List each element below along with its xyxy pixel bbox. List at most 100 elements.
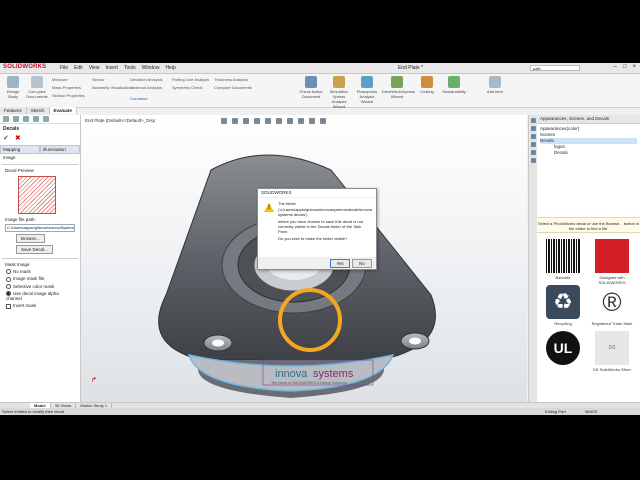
tree-item-decals-sub[interactable]: Decals <box>540 150 637 156</box>
menu-insert[interactable]: Insert <box>105 65 118 71</box>
assembly-visualization-button[interactable]: Assembly Visualization <box>92 85 133 90</box>
status-editing: Editing Part <box>545 409 566 414</box>
deviation-analysis-button[interactable]: Deviation Analysis <box>130 77 162 82</box>
add-item-button[interactable]: Add Item <box>484 76 506 94</box>
tab-features[interactable]: Features <box>0 107 27 114</box>
add-item-icon <box>489 76 501 88</box>
resources-icon[interactable] <box>530 118 536 123</box>
simulationxpress-button[interactable]: Simulation Xpress Analysis Wizard <box>326 76 352 109</box>
decal-thumb-registered[interactable]: ® Registered Trade Mark <box>589 285 635 326</box>
mask-option-none[interactable]: No mask <box>2 268 78 275</box>
property-manager: Decals ✔ ✖ Mapping Illumination Image De… <box>0 115 81 402</box>
check-active-document-button[interactable]: Check Active Document <box>298 76 324 99</box>
section-properties-button[interactable]: Section Properties <box>52 93 85 98</box>
decal-thumb-barcode[interactable]: Barcode <box>540 239 586 280</box>
flowxpress-button[interactable]: Flowxpress Analysis Wizard <box>354 76 380 104</box>
browse-button[interactable]: Browse... <box>16 234 45 243</box>
curvature-button[interactable]: Curvature <box>130 96 148 101</box>
dimxpert-icon[interactable] <box>33 116 39 122</box>
property-manager-icon[interactable] <box>13 116 19 122</box>
display-manager-icon[interactable] <box>43 116 49 122</box>
compare-documents-button[interactable]: Com-pare Docu-ments <box>26 76 48 99</box>
tab-sketch[interactable]: Sketch <box>26 107 50 114</box>
dialog-line-2: ('c:\users\appsrightnow\innovasystems\de… <box>278 207 373 217</box>
mask-option-color[interactable]: Selective color mask <box>2 283 78 290</box>
decal-thumb-ds-silver[interactable]: DS DS SolidWorks Silver <box>589 331 635 372</box>
compare-docs-small-button[interactable]: Compare Documents <box>214 85 252 90</box>
minimize-icon[interactable]: – <box>614 64 617 70</box>
design-library-icon[interactable] <box>530 126 536 131</box>
close-icon[interactable]: × <box>632 64 636 70</box>
symmetry-check-button[interactable]: Symmetry Check <box>172 85 202 90</box>
recycling-icon: ♻ <box>546 285 580 319</box>
file-explorer-icon[interactable] <box>530 134 536 139</box>
window-controls: – □ × <box>614 64 636 70</box>
solidworks-badge-icon <box>595 239 629 273</box>
decal-thumb-ul[interactable]: UL <box>540 331 586 367</box>
mass-properties-button[interactable]: Mass Properties <box>52 85 81 90</box>
design-study-icon <box>7 76 19 88</box>
decal-brand-b: systems <box>313 368 354 380</box>
yes-button[interactable]: Yes <box>330 259 350 268</box>
appearances-icon[interactable] <box>530 150 536 155</box>
decal-thumb-designed-with[interactable]: Designed with SOLIDWORKS <box>589 239 635 285</box>
menu-edit[interactable]: Edit <box>74 65 83 71</box>
dialog-line-3: where you have chosen to save this decal… <box>278 219 363 234</box>
measure-button[interactable]: Measure <box>52 77 68 82</box>
sustainability-button[interactable]: Sustainability <box>440 76 468 94</box>
save-decal-button[interactable]: Save Decal... <box>16 245 53 254</box>
configuration-icon[interactable] <box>23 116 29 122</box>
zebra-stripes-button[interactable]: Undercut Analysis <box>130 85 162 90</box>
no-button[interactable]: No <box>352 259 372 268</box>
title-bar: SOLIDWORKS File Edit View Insert Tools W… <box>0 63 640 74</box>
driveworksxpress-button[interactable]: DriveWorksXpress Wizard <box>382 76 415 99</box>
annotation-highlight-circle <box>278 288 342 352</box>
menu-tools[interactable]: Tools <box>124 65 136 71</box>
decal-preview-group: Decal Preview Image file path: C:\Users\… <box>2 164 78 255</box>
custom-properties-icon[interactable] <box>530 158 536 163</box>
sustainability-icon <box>448 76 460 88</box>
status-bar: Select entities to modify their decal Ed… <box>0 408 640 415</box>
cancel-x-icon[interactable]: ✖ <box>15 134 21 142</box>
status-units[interactable]: MMGS <box>585 408 597 415</box>
costing-button[interactable]: Costing <box>416 76 438 94</box>
simulation-icon <box>333 76 345 88</box>
feature-tree-icon[interactable] <box>3 116 9 122</box>
tab-evaluate[interactable]: Evaluate <box>49 107 78 114</box>
tab-illumination[interactable]: Illumination <box>40 145 80 154</box>
decal-thumb-recycling[interactable]: ♻ Recycling <box>540 285 586 326</box>
menu-help[interactable]: Help <box>165 65 175 71</box>
ds-solidworks-logo-icon: DS <box>595 331 629 365</box>
menu-bar: File Edit View Insert Tools Window Help <box>60 65 176 71</box>
barcode-icon <box>546 239 580 273</box>
decal-brand-a: innova <box>275 368 308 380</box>
menu-file[interactable]: File <box>60 65 68 71</box>
document-title: End Plate * <box>398 65 424 71</box>
decal-preview-label: Decal Preview <box>5 168 34 173</box>
decal-preview-image <box>18 176 56 214</box>
appearance-tree: Appearances(color) Scenes Decals logos D… <box>537 124 640 158</box>
draft-analysis-button[interactable]: Parting Line Analysis <box>172 77 209 82</box>
design-study-button[interactable]: Design Study <box>2 76 24 99</box>
sensor-button[interactable]: Sensor <box>92 77 105 82</box>
menu-view[interactable]: View <box>89 65 100 71</box>
task-pane-tabs <box>528 115 537 402</box>
driveworks-icon <box>391 76 403 88</box>
mask-image-label: Mask Image <box>5 262 30 267</box>
view-palette-icon[interactable] <box>530 142 536 147</box>
task-pane-message: Select a PhotoWorks decal or use the Bro… <box>537 217 640 233</box>
decal-subtabs: Mapping Illumination <box>0 145 80 154</box>
tab-mapping[interactable]: Mapping <box>0 145 40 154</box>
invert-mask-checkbox[interactable]: Invert mask <box>2 302 78 309</box>
ok-check-icon[interactable]: ✔ <box>3 134 9 142</box>
mask-option-file[interactable]: Image mask file <box>2 275 78 282</box>
search-input[interactable]: path <box>530 65 580 71</box>
image-path-field[interactable]: C:\Users\appsrightnow\InnovaSystems\Deca… <box>5 224 75 232</box>
menu-window[interactable]: Window <box>142 65 160 71</box>
mask-option-alpha[interactable]: Use decal image alpha channel <box>2 290 78 302</box>
manager-tabs <box>0 115 80 124</box>
thickness-analysis-button[interactable]: Thickness Analysis <box>214 77 248 82</box>
maximize-icon[interactable]: □ <box>623 64 627 70</box>
image-path-label: Image file path: <box>5 217 36 222</box>
folder-visibility-dialog: SOLIDWORKS ! The folder ('c:\users\appsr… <box>257 188 377 270</box>
